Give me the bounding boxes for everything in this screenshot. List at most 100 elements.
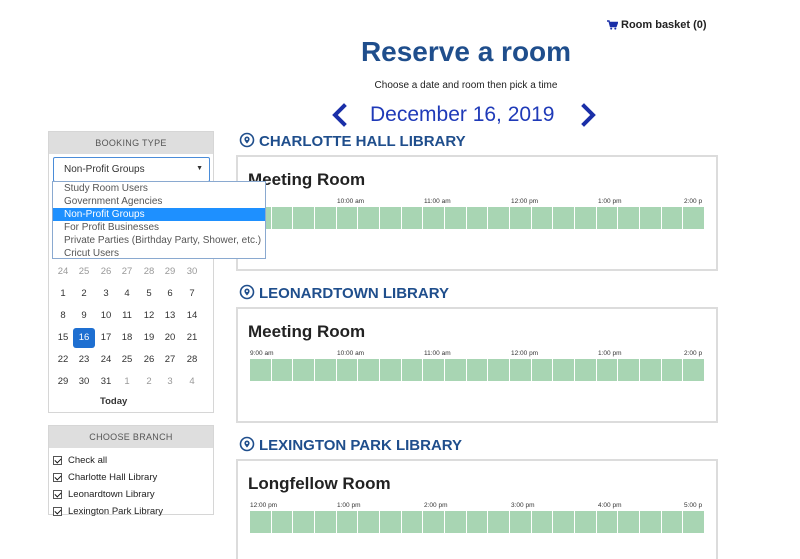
time-slot[interactable] (401, 207, 424, 229)
checkbox-checked[interactable] (53, 473, 62, 482)
calendar-day[interactable]: 30 (73, 372, 95, 392)
booking-option[interactable]: Cricut Users (53, 247, 265, 260)
time-slot[interactable] (553, 359, 576, 381)
calendar-day[interactable]: 21 (181, 328, 203, 348)
time-slot[interactable] (596, 359, 619, 381)
booking-option[interactable]: For Profit Businesses (53, 221, 265, 234)
time-slot[interactable] (661, 511, 684, 533)
calendar-day[interactable]: 27 (159, 350, 181, 370)
calendar-day[interactable]: 10 (95, 306, 117, 326)
room-basket-link[interactable]: Room basket (0) (607, 19, 707, 31)
time-slot[interactable] (596, 207, 619, 229)
time-slot[interactable] (466, 207, 489, 229)
time-slot[interactable] (358, 207, 381, 229)
calendar-day[interactable]: 31 (95, 372, 117, 392)
calendar-day[interactable]: 9 (73, 306, 95, 326)
booking-type-select[interactable]: Non-Profit Groups ▼ (53, 157, 210, 182)
calendar-day[interactable]: 4 (116, 284, 138, 304)
calendar-day[interactable]: 15 (52, 328, 74, 348)
calendar-day[interactable]: 1 (116, 372, 138, 392)
time-slot[interactable] (510, 359, 532, 381)
booking-option[interactable]: Government Agencies (53, 195, 265, 208)
calendar-day[interactable]: 24 (52, 262, 74, 282)
calendar-day[interactable]: 20 (159, 328, 181, 348)
calendar-day[interactable]: 3 (95, 284, 117, 304)
time-slot[interactable] (661, 207, 684, 229)
calendar-day[interactable]: 2 (138, 372, 160, 392)
time-slot[interactable] (423, 511, 446, 533)
time-slot[interactable] (315, 207, 337, 229)
time-slot[interactable] (358, 511, 381, 533)
calendar-day[interactable]: 29 (159, 262, 181, 282)
time-slot[interactable] (683, 511, 706, 533)
calendar-day-selected[interactable]: 16 (73, 328, 95, 348)
checkbox-checked[interactable] (53, 456, 62, 465)
time-slot[interactable] (293, 359, 316, 381)
calendar-day[interactable]: 28 (138, 262, 160, 282)
time-slot[interactable] (271, 207, 294, 229)
time-slot[interactable] (445, 359, 467, 381)
booking-option[interactable]: Study Room Users (53, 182, 265, 195)
calendar-day[interactable]: 8 (52, 306, 74, 326)
time-slot[interactable] (336, 511, 359, 533)
time-slot[interactable] (575, 207, 597, 229)
time-slot[interactable] (531, 511, 554, 533)
calendar-day[interactable]: 3 (159, 372, 181, 392)
time-slot[interactable] (423, 207, 446, 229)
time-slot[interactable] (683, 207, 706, 229)
branch-charlotte-hall[interactable]: Charlotte Hall Library (49, 469, 213, 486)
time-slot[interactable] (250, 511, 272, 533)
time-slot[interactable] (271, 511, 294, 533)
time-slot[interactable] (510, 511, 532, 533)
calendar-day[interactable]: 11 (116, 306, 138, 326)
checkbox-checked[interactable] (53, 490, 62, 499)
calendar-day[interactable]: 25 (116, 350, 138, 370)
booking-option-selected[interactable]: Non-Profit Groups (53, 208, 265, 221)
time-slot[interactable] (640, 207, 662, 229)
calendar-day[interactable]: 29 (52, 372, 74, 392)
time-slot[interactable] (380, 511, 402, 533)
chevron-right-icon[interactable] (578, 103, 598, 127)
time-slot[interactable] (445, 207, 467, 229)
time-slot[interactable] (553, 207, 576, 229)
time-slot[interactable] (640, 511, 662, 533)
time-slot[interactable] (466, 359, 489, 381)
calendar-day[interactable]: 27 (116, 262, 138, 282)
branch-lexington-park[interactable]: Lexington Park Library (49, 503, 213, 520)
calendar-day[interactable]: 13 (159, 306, 181, 326)
today-button[interactable]: Today (100, 396, 127, 407)
time-slot[interactable] (466, 511, 489, 533)
time-slot[interactable] (358, 359, 381, 381)
time-slot[interactable] (488, 207, 511, 229)
calendar-day[interactable]: 18 (116, 328, 138, 348)
time-slot[interactable] (293, 511, 316, 533)
time-slot[interactable] (315, 359, 337, 381)
time-slot[interactable] (575, 359, 597, 381)
time-slot[interactable] (315, 511, 337, 533)
time-slot[interactable] (618, 511, 641, 533)
calendar-day[interactable]: 26 (95, 262, 117, 282)
booking-option[interactable]: Private Parties (Birthday Party, Shower,… (53, 234, 265, 247)
time-slot[interactable] (488, 359, 511, 381)
time-slot[interactable] (488, 511, 511, 533)
calendar-day[interactable]: 7 (181, 284, 203, 304)
time-slot[interactable] (531, 359, 554, 381)
time-slot[interactable] (640, 359, 662, 381)
time-slot[interactable] (271, 359, 294, 381)
calendar-day[interactable]: 25 (73, 262, 95, 282)
calendar-day[interactable]: 6 (159, 284, 181, 304)
time-slot[interactable] (553, 511, 576, 533)
calendar-day[interactable]: 4 (181, 372, 203, 392)
time-slot[interactable] (531, 207, 554, 229)
time-slot[interactable] (336, 359, 359, 381)
branch-leonardtown[interactable]: Leonardtown Library (49, 486, 213, 503)
time-slot[interactable] (336, 207, 359, 229)
calendar-day[interactable]: 28 (181, 350, 203, 370)
time-slot[interactable] (510, 207, 532, 229)
time-slot[interactable] (445, 511, 467, 533)
checkbox-checked[interactable] (53, 507, 62, 516)
time-slot[interactable] (661, 359, 684, 381)
calendar-day[interactable]: 19 (138, 328, 160, 348)
calendar-day[interactable]: 30 (181, 262, 203, 282)
time-slot[interactable] (380, 207, 402, 229)
